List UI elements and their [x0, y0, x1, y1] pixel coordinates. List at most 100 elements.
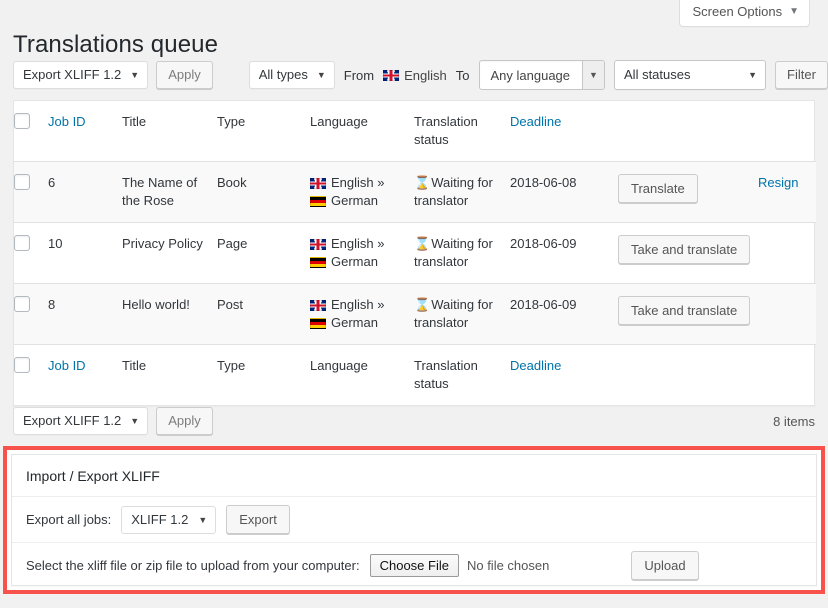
type-filter-select[interactable]: All types ▼	[248, 61, 335, 89]
row-select-cell	[14, 222, 48, 284]
take-and-translate-button[interactable]: Take and translate	[618, 296, 751, 325]
upload-button[interactable]: Upload	[631, 550, 699, 580]
column-header-action	[618, 101, 758, 162]
cell-type: Book	[217, 161, 310, 223]
file-input[interactable]: Choose File No file chosen	[369, 553, 550, 577]
column-header-deadline-label[interactable]: Deadline	[510, 114, 561, 129]
column-header-title: Title	[122, 114, 147, 129]
flag-de-icon	[310, 195, 326, 207]
cell-title: The Name of the Rose	[122, 161, 217, 223]
import-export-panel: Import / Export XLIFF Export all jobs: X…	[11, 454, 817, 586]
column-header-language: Language	[310, 114, 368, 129]
cell-extra	[758, 222, 816, 284]
column-footer-type: Type	[217, 344, 310, 405]
cell-deadline: 2018-06-08	[510, 161, 618, 223]
source-language: English »	[310, 174, 404, 192]
bulk-actions-bottom: Export XLIFF 1.2 ▼ Apply	[13, 407, 213, 435]
column-header-deadline[interactable]: Deadline	[510, 101, 618, 162]
table-row: 10 Privacy Policy Page English » German	[14, 222, 816, 284]
column-footer-deadline[interactable]: Deadline	[510, 344, 618, 405]
cell-deadline: 2018-06-09	[510, 283, 618, 345]
bulk-action-value-bottom: Export XLIFF 1.2	[23, 413, 122, 428]
column-header-job-id-label[interactable]: Job ID	[48, 114, 86, 129]
flag-gb-icon	[310, 238, 326, 250]
row-checkbox[interactable]	[14, 296, 30, 312]
from-language: English	[383, 68, 447, 83]
source-language-label: English »	[331, 175, 385, 190]
to-label: To	[455, 67, 470, 83]
bulk-action-select-bottom[interactable]: Export XLIFF 1.2 ▼	[13, 407, 149, 435]
cell-language: English » German	[310, 222, 414, 284]
select-all-checkbox-footer[interactable]	[14, 357, 30, 373]
page-title: Translations queue	[13, 31, 219, 59]
export-format-value: XLIFF 1.2	[131, 512, 189, 527]
target-language-label: German	[331, 193, 378, 208]
cell-translation-status: ⌛Waiting for translator	[414, 222, 510, 284]
flag-gb-icon	[383, 69, 400, 81]
column-footer-job-id-label[interactable]: Job ID	[48, 358, 86, 373]
export-format-select[interactable]: XLIFF 1.2 ▼	[121, 505, 217, 534]
cell-title: Privacy Policy	[122, 222, 217, 284]
hourglass-icon: ⌛	[414, 236, 431, 251]
select-all-checkbox[interactable]	[14, 113, 30, 129]
row-checkbox[interactable]	[14, 235, 30, 251]
cell-type: Post	[217, 283, 310, 345]
table-row: 8 Hello world! Post English » German ⌛Wa…	[14, 283, 816, 345]
file-name-text: No file chosen	[466, 557, 550, 573]
filter-controls: All types ▼ From English To Any language…	[248, 60, 828, 90]
table-footer-row: Job ID Title Type Language Translation s…	[14, 344, 816, 405]
column-footer-action	[618, 344, 758, 405]
take-and-translate-button[interactable]: Take and translate	[618, 235, 751, 264]
chevron-down-icon: ▼	[316, 70, 326, 80]
source-language-label: English »	[331, 297, 385, 312]
flag-de-icon	[310, 317, 326, 329]
chevron-down-icon: ▼	[582, 61, 605, 89]
export-row: Export all jobs: XLIFF 1.2 ▼ Export	[12, 497, 816, 542]
apply-button-bottom[interactable]: Apply	[156, 407, 213, 435]
chevron-down-icon: ▼	[198, 514, 208, 525]
flag-gb-icon	[310, 299, 326, 311]
type-filter-value: All types	[258, 67, 308, 82]
apply-button-top[interactable]: Apply	[156, 61, 213, 89]
target-language-label: German	[331, 254, 378, 269]
cell-title: Hello world!	[122, 283, 217, 345]
export-button[interactable]: Export	[226, 505, 290, 534]
source-language: English »	[310, 296, 404, 314]
table-body: 6 The Name of the Rose Book English » Ge…	[14, 161, 816, 345]
cell-job-id: 10	[48, 222, 122, 284]
from-label: From	[343, 67, 375, 83]
bulk-action-select-top[interactable]: Export XLIFF 1.2 ▼	[13, 61, 149, 89]
translations-table: Job ID Title Type Language Translation s…	[13, 100, 816, 406]
status-filter-select[interactable]: All statuses ▼	[614, 60, 767, 90]
column-footer-deadline-label[interactable]: Deadline	[510, 358, 561, 373]
cell-translation-status: ⌛Waiting for translator	[414, 283, 510, 345]
hourglass-icon: ⌛	[414, 175, 431, 190]
table-header-row: Job ID Title Type Language Translation s…	[14, 101, 816, 162]
cell-job-id: 6	[48, 161, 122, 223]
cell-language: English » German	[310, 283, 414, 345]
bulk-actions-top: Export XLIFF 1.2 ▼ Apply	[13, 61, 213, 89]
source-language-label: English »	[331, 236, 385, 251]
cell-extra	[758, 283, 816, 345]
filter-button[interactable]: Filter	[775, 61, 828, 89]
to-language-value: Any language	[490, 67, 571, 83]
resign-link[interactable]: Resign	[758, 175, 798, 190]
target-language: German	[310, 192, 404, 210]
choose-file-button[interactable]: Choose File	[369, 553, 459, 577]
upload-row: Select the xliff file or zip file to upl…	[12, 542, 816, 587]
column-header-job-id[interactable]: Job ID	[48, 101, 122, 162]
column-footer-job-id[interactable]: Job ID	[48, 344, 122, 405]
chevron-down-icon: ▼	[748, 70, 758, 80]
to-language-select[interactable]: Any language ▼	[478, 60, 606, 90]
screen-options-button[interactable]: Screen Options ▼	[679, 0, 810, 27]
from-language-label: English	[404, 67, 447, 83]
cell-action: Take and translate	[618, 222, 758, 284]
cell-extra: Resign	[758, 161, 816, 223]
column-footer-language: Language	[310, 344, 414, 405]
column-header-type: Type	[217, 114, 246, 129]
cell-job-id: 8	[48, 283, 122, 345]
hourglass-icon: ⌛	[414, 297, 431, 312]
translate-button[interactable]: Translate	[618, 174, 698, 203]
top-toolbar: Export XLIFF 1.2 ▼ Apply All types ▼ Fro…	[13, 58, 828, 92]
row-checkbox[interactable]	[14, 174, 30, 190]
